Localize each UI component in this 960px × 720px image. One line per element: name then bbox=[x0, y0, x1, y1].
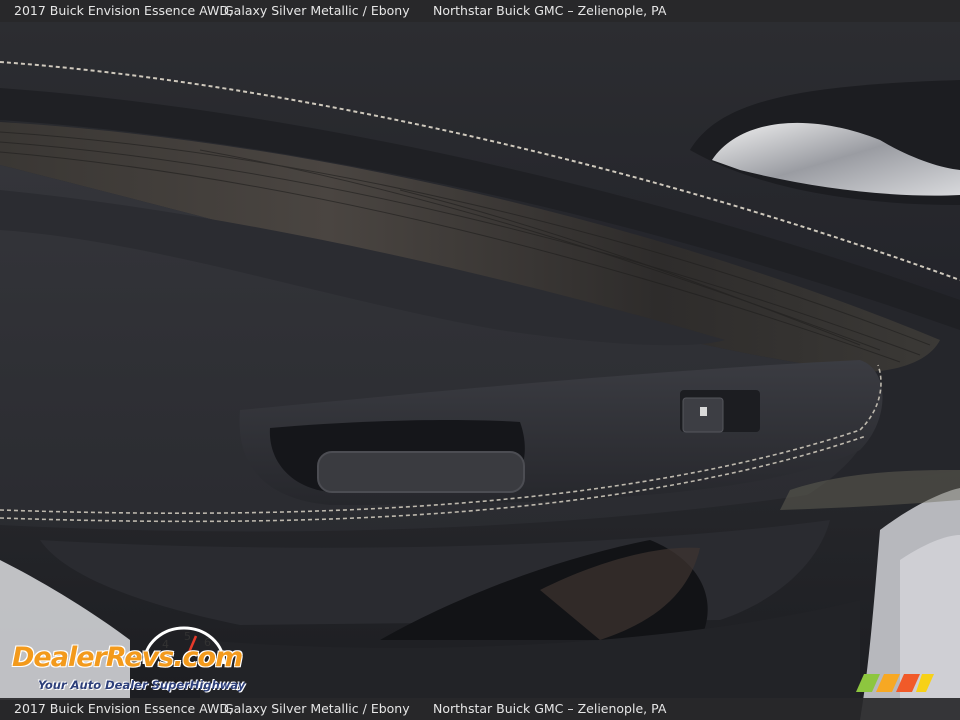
dealer-name: Northstar Buick GMC – Zelienople, PA bbox=[433, 3, 667, 18]
vehicle-color: Galaxy Silver Metallic / Ebony bbox=[224, 3, 410, 18]
vehicle-color-bottom: Galaxy Silver Metallic / Ebony bbox=[224, 701, 410, 716]
dealerrevs-watermark: 4 5 6 DealerRevs.com Your Auto Dealer Su… bbox=[12, 626, 272, 696]
watermark-tagline: Your Auto Dealer SuperHighway bbox=[38, 678, 246, 692]
stripes-logo-icon bbox=[856, 674, 934, 692]
vehicle-name-bottom: 2017 Buick Envision Essence AWD, bbox=[14, 701, 233, 716]
watermark-brand: DealerRevs.com bbox=[12, 642, 243, 673]
caption-bar-bottom: 2017 Buick Envision Essence AWD, Galaxy … bbox=[0, 698, 960, 720]
door-panel-photo bbox=[0, 0, 960, 720]
caption-bar-top: 2017 Buick Envision Essence AWD, Galaxy … bbox=[0, 0, 960, 22]
dealer-name-bottom: Northstar Buick GMC – Zelienople, PA bbox=[433, 701, 667, 716]
photo-stage: 2017 Buick Envision Essence AWD, Galaxy … bbox=[0, 0, 960, 720]
vehicle-name: 2017 Buick Envision Essence AWD, bbox=[14, 3, 233, 18]
